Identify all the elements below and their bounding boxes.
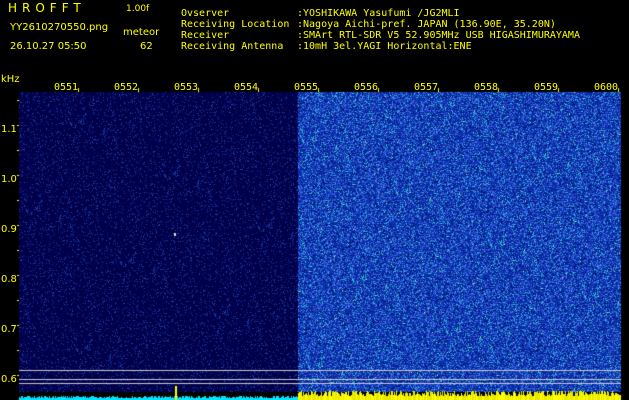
time-label: 0557 [414,82,439,93]
receiver-value: :SMArt RTL-SDR V5 52.905MHz USB HIGASHIM… [297,30,580,41]
y-tick-label: 0.7 [1,324,17,335]
meteor-count: 62 [140,41,153,52]
antenna-value: :10mH 3el.YAGI Horizontal:ENE [297,41,472,52]
waterfall-spectrogram [0,0,629,400]
time-label: 0558 [474,82,499,93]
time-label: 0556 [354,82,379,93]
time-label: 0559 [534,82,559,93]
location-value: :Nagoya Aichi-pref. JAPAN (136.90E, 35.2… [297,19,556,30]
time-label: 0551 [54,82,79,93]
time-label: 0600 [594,82,619,93]
y-axis-unit: kHz [1,74,20,85]
time-label: 0554 [234,82,259,93]
meteor-label: meteor [123,27,160,38]
location-label: Receiving Location [181,19,290,30]
observer-label: Ovserver [181,8,230,19]
file-name: YY2610270550.png [10,22,109,33]
observer-value: :YOSHIKAWA Yasufumi /JG2MLI [297,8,460,19]
version-label: 1.00f [126,4,150,14]
time-label: 0555 [294,82,319,93]
y-tick-label: 0.9 [1,224,17,235]
time-label: 0552 [114,82,139,93]
antenna-label: Receiving Antenna [181,41,284,52]
y-tick-label: 0.6 [1,374,17,385]
date-time: 26.10.27 05:50 [10,41,87,52]
y-tick-label: 1.0 [1,174,17,185]
time-label: 0553 [174,82,199,93]
program-name: HROFFT [8,1,86,15]
receiver-label: Receiver [181,30,230,41]
y-tick-label: 0.8 [1,274,17,285]
y-tick-label: 1.1 [1,124,17,135]
